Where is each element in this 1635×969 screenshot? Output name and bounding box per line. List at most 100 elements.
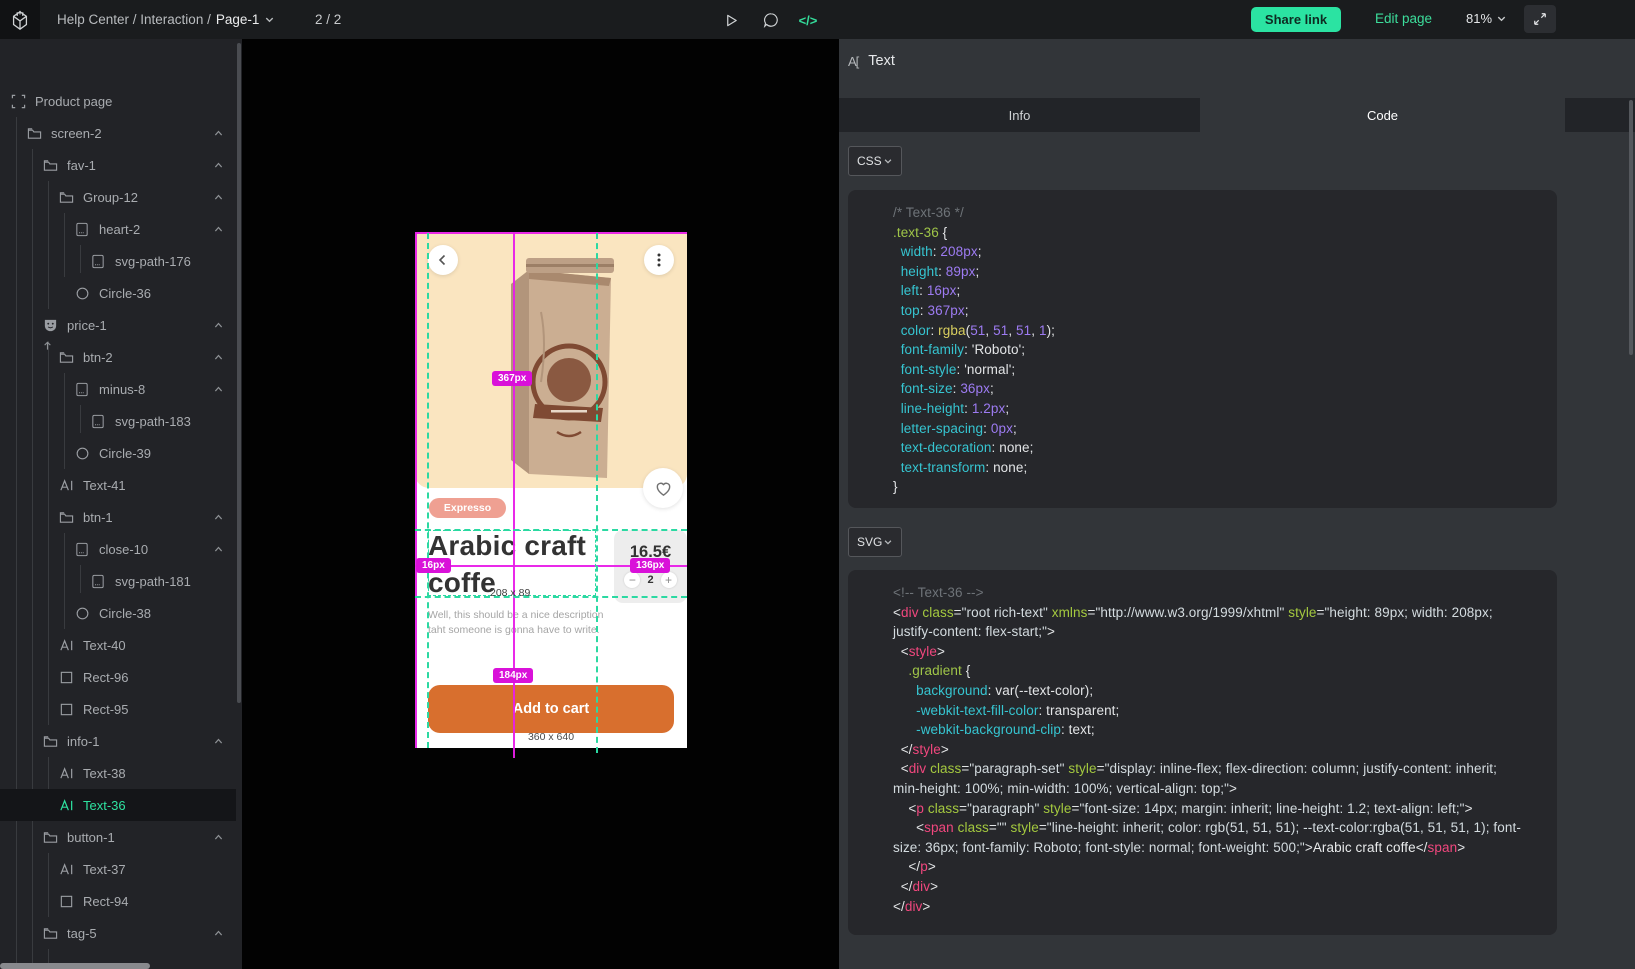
breadcrumb[interactable]: Help Center / Interaction / Page-1: [57, 0, 275, 39]
text-icon: [58, 765, 74, 781]
chevron-up-icon[interactable]: [213, 352, 224, 363]
chevron-up-icon[interactable]: [213, 320, 224, 331]
app-logo[interactable]: [0, 0, 40, 39]
circle-icon: [74, 445, 90, 461]
layer-row-text-40[interactable]: Text-40: [0, 629, 236, 661]
layer-row-btn-1[interactable]: btn-1: [0, 501, 236, 533]
code-line: font-size: 36px;: [893, 379, 1539, 399]
layer-row-button-1[interactable]: button-1: [0, 821, 236, 853]
code-line: </div>: [893, 897, 1539, 917]
sidebar-vertical-scrollbar[interactable]: [237, 43, 241, 703]
code-line: <div class="root rich-text" xmlns="http:…: [893, 603, 1539, 623]
layer-row-text-36[interactable]: Text-36: [0, 789, 236, 821]
layer-label: Group-12: [83, 190, 138, 205]
screen-frame[interactable]: Expresso Arabic craftcoffe Well, this sh…: [415, 232, 687, 748]
breadcrumb-page[interactable]: Page-1: [216, 12, 260, 27]
layer-row-product-page[interactable]: Product page: [0, 85, 236, 117]
svg-file-icon: [74, 381, 90, 397]
plus-button[interactable]: +: [661, 572, 677, 588]
chevron-up-icon[interactable]: [213, 736, 224, 747]
layer-row-group-12[interactable]: Group-12: [0, 181, 236, 213]
chevron-up-icon[interactable]: [213, 128, 224, 139]
text-icon: [58, 797, 74, 813]
mask-icon: [42, 317, 58, 333]
breadcrumb-path: Help Center / Interaction /: [57, 12, 211, 27]
chevron-down-icon: [1496, 13, 1507, 24]
layer-row-svg-path-181[interactable]: svg-path-181: [0, 565, 236, 597]
text-icon: [58, 477, 74, 493]
add-to-cart-button[interactable]: Add to cart: [428, 685, 674, 733]
layer-row-minus-8[interactable]: minus-8: [0, 373, 236, 405]
layer-label: Product page: [35, 94, 112, 109]
layer-row-text-38[interactable]: Text-38: [0, 757, 236, 789]
share-link-button[interactable]: Share link: [1251, 7, 1341, 32]
play-icon[interactable]: [720, 9, 742, 31]
layer-row-price-1[interactable]: price-1: [0, 309, 236, 341]
circle-icon: [74, 285, 90, 301]
chevron-up-icon[interactable]: [213, 192, 224, 203]
zoom-dropdown[interactable]: 81%: [1466, 11, 1507, 26]
layer-label: Circle-36: [99, 286, 151, 301]
sidebar-horizontal-scrollbar[interactable]: [0, 963, 150, 969]
svg-file-icon: [74, 541, 90, 557]
edit-page-link[interactable]: Edit page: [1375, 11, 1432, 26]
layer-row-circle-39[interactable]: Circle-39: [0, 437, 236, 469]
layer-row-info-1[interactable]: info-1: [0, 725, 236, 757]
code-line: <!-- Text-36 -->: [893, 583, 1539, 603]
layer-label: Circle-38: [99, 606, 151, 621]
layer-row-text-41[interactable]: Text-41: [0, 469, 236, 501]
layer-row-circle-36[interactable]: Circle-36: [0, 277, 236, 309]
layer-row-circle-38[interactable]: Circle-38: [0, 597, 236, 629]
chevron-up-icon[interactable]: [213, 512, 224, 523]
layer-row-tag-5[interactable]: tag-5: [0, 917, 236, 949]
penpot-logo-icon: [9, 9, 31, 31]
layer-row-rect-94[interactable]: Rect-94: [0, 885, 236, 917]
folder-icon: [42, 157, 58, 173]
chevron-down-icon: [883, 156, 893, 166]
code-line: min-height: 100%; min-width: 100%; verti…: [893, 779, 1539, 799]
chevron-up-icon[interactable]: [213, 544, 224, 555]
folder-icon: [58, 349, 74, 365]
tab-info[interactable]: Info: [839, 98, 1200, 132]
css-language-dropdown[interactable]: CSS: [848, 146, 902, 176]
layer-row-rect-96[interactable]: Rect-96: [0, 661, 236, 693]
chevron-up-icon[interactable]: [213, 160, 224, 171]
layer-label: screen-2: [51, 126, 102, 141]
code-mode-icon[interactable]: </>: [797, 9, 819, 31]
code-line: height: 89px;: [893, 262, 1539, 282]
layer-row-svg-path-183[interactable]: svg-path-183: [0, 405, 236, 437]
layer-label: Rect-95: [83, 702, 129, 717]
layers-panel: Product page screen-2 fav-1 Group-12 heart-2…: [0, 39, 242, 969]
back-button[interactable]: [428, 245, 458, 275]
code-line: letter-spacing: 0px;: [893, 419, 1539, 439]
favorite-button[interactable]: [643, 468, 683, 508]
more-options-button[interactable]: [644, 245, 674, 275]
tab-code[interactable]: Code: [1200, 98, 1565, 132]
layer-row-svg-path-176[interactable]: svg-path-176: [0, 245, 236, 277]
chevron-up-icon[interactable]: [213, 384, 224, 395]
svg-language-dropdown[interactable]: SVG: [848, 527, 902, 557]
selected-element-header: A[ Text: [848, 53, 895, 69]
layer-label: Text-40: [83, 638, 126, 653]
code-line: justify-content: flex-start;">: [893, 622, 1539, 642]
minus-button[interactable]: −: [624, 572, 640, 588]
code-line: text-transform: none;: [893, 458, 1539, 478]
chevron-up-icon[interactable]: [213, 224, 224, 235]
layer-row-close-10[interactable]: close-10: [0, 533, 236, 565]
layer-row-heart-2[interactable]: heart-2: [0, 213, 236, 245]
code-line: <span class="" style="line-height: inher…: [893, 818, 1539, 838]
panel-scrollbar[interactable]: [1629, 100, 1633, 355]
comment-icon[interactable]: [760, 9, 782, 31]
layer-row-btn-2[interactable]: btn-2: [0, 341, 236, 373]
layer-row-text-37[interactable]: Text-37: [0, 853, 236, 885]
layer-row-fav-1[interactable]: fav-1: [0, 149, 236, 181]
chevron-up-icon[interactable]: [213, 832, 224, 843]
layer-row-screen-2[interactable]: screen-2: [0, 117, 236, 149]
fullscreen-button[interactable]: [1524, 5, 1556, 33]
zoom-level: 81%: [1466, 11, 1492, 26]
layer-row-rect-95[interactable]: Rect-95: [0, 693, 236, 725]
kebab-menu-icon: [657, 253, 661, 267]
chevron-up-icon[interactable]: [213, 928, 224, 939]
design-handoff-app: Help Center / Interaction / Page-1 2 / 2…: [0, 0, 1635, 969]
heart-icon: [654, 479, 673, 497]
